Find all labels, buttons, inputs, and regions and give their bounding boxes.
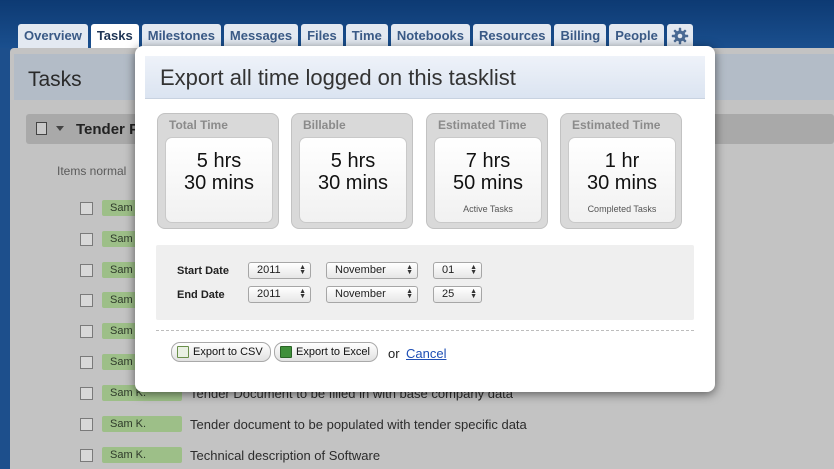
tab-resources[interactable]: Resources xyxy=(472,24,552,48)
task-checkbox[interactable] xyxy=(80,201,93,215)
stat-value: 5 hrs 30 mins xyxy=(317,150,389,194)
export-csv-label: Export to CSV xyxy=(193,346,263,358)
end-year-select[interactable]: 2011 ▲ ▼ xyxy=(248,286,311,303)
stat-value: 5 hrs 30 mins xyxy=(183,150,255,194)
dashed-divider xyxy=(156,330,694,331)
task-checkbox[interactable] xyxy=(80,263,93,277)
start-month-select[interactable]: November ▲ ▼ xyxy=(326,262,418,279)
tab-overview[interactable]: Overview xyxy=(18,24,88,48)
stat-billable: Billable 5 hrs 30 mins xyxy=(291,113,413,229)
end-date-label: End Date xyxy=(177,289,225,301)
task-checkbox[interactable] xyxy=(80,448,93,462)
start-year-value: 2011 xyxy=(257,264,281,276)
dialog-header: Export all time logged on this tasklist xyxy=(145,56,705,99)
clipboard-icon xyxy=(36,122,47,135)
export-excel-label: Export to Excel xyxy=(296,346,370,358)
caret-down-icon[interactable] xyxy=(56,126,64,131)
assignee-badge[interactable]: Sam K. xyxy=(102,416,182,432)
task-checkbox[interactable] xyxy=(80,293,93,307)
tab-billing[interactable]: Billing xyxy=(554,24,607,48)
tab-settings[interactable] xyxy=(666,24,693,48)
task-row: Sam K. Technical description of Software xyxy=(80,444,380,466)
end-day-value: 25 xyxy=(442,288,455,300)
select-arrows-icon: ▲ ▼ xyxy=(406,288,413,300)
task-checkbox[interactable] xyxy=(80,386,93,400)
end-month-select[interactable]: November ▲ ▼ xyxy=(326,286,418,303)
export-csv-button[interactable]: Export to CSV xyxy=(171,342,271,362)
tab-bar: Overview Tasks Milestones Messages Files… xyxy=(18,24,693,48)
stat-label: Estimated Time xyxy=(572,118,661,132)
task-text[interactable]: Tender document to be populated with ten… xyxy=(190,417,527,432)
stat-total-time: Total Time 5 hrs 30 mins xyxy=(157,113,279,229)
task-text[interactable]: Technical description of Software xyxy=(190,448,380,463)
assignee-badge[interactable]: Sam K. xyxy=(102,447,182,463)
start-month-value: November xyxy=(335,264,386,276)
stat-label: Billable xyxy=(303,118,346,132)
items-note: Items normal xyxy=(57,164,127,178)
tab-time[interactable]: Time xyxy=(345,24,388,48)
stat-box: 5 hrs 30 mins xyxy=(299,137,407,223)
stat-label: Estimated Time xyxy=(438,118,527,132)
start-day-value: 01 xyxy=(442,264,455,276)
export-time-dialog: Export all time logged on this tasklist … xyxy=(135,46,715,392)
tab-messages[interactable]: Messages xyxy=(223,24,299,48)
start-day-select[interactable]: 01 ▲ ▼ xyxy=(433,262,482,279)
task-checkbox[interactable] xyxy=(80,417,93,431)
dialog-title: Export all time logged on this tasklist xyxy=(160,65,516,90)
stat-label: Total Time xyxy=(169,118,228,132)
stat-estimated-active: Estimated Time 7 hrs 50 mins Active Task… xyxy=(426,113,548,229)
stat-box: 5 hrs 30 mins xyxy=(165,137,273,223)
select-arrows-icon: ▲ ▼ xyxy=(406,264,413,276)
date-range-panel: Start Date 2011 ▲ ▼ November ▲ ▼ 01 ▲ ▼ End… xyxy=(156,245,694,320)
export-excel-button[interactable]: Export to Excel xyxy=(274,342,378,362)
start-year-select[interactable]: 2011 ▲ ▼ xyxy=(248,262,311,279)
task-checkbox[interactable] xyxy=(80,355,93,369)
select-arrows-icon: ▲ ▼ xyxy=(470,288,477,300)
csv-file-icon xyxy=(177,346,189,358)
stat-box: 7 hrs 50 mins Active Tasks xyxy=(434,137,542,223)
excel-file-icon xyxy=(280,346,292,358)
end-day-select[interactable]: 25 ▲ ▼ xyxy=(433,286,482,303)
task-row: Sam K. Tender document to be populated w… xyxy=(80,413,527,435)
page-title: Tasks xyxy=(28,68,82,91)
top-nav: Overview Tasks Milestones Messages Files… xyxy=(0,0,834,48)
tab-people[interactable]: People xyxy=(609,24,664,48)
tab-tasks[interactable]: Tasks xyxy=(90,24,139,48)
stat-value: 7 hrs 50 mins xyxy=(452,150,524,194)
cancel-link[interactable]: Cancel xyxy=(406,346,446,361)
or-text: or xyxy=(388,346,400,361)
tab-files[interactable]: Files xyxy=(301,24,343,48)
stat-sub: Active Tasks xyxy=(463,204,513,214)
start-date-label: Start Date xyxy=(177,265,229,277)
tasklist-name[interactable]: Tender P xyxy=(76,121,139,138)
tab-notebooks[interactable]: Notebooks xyxy=(390,24,470,48)
stat-value: 1 hr 30 mins xyxy=(586,150,658,194)
select-arrows-icon: ▲ ▼ xyxy=(299,288,306,300)
select-arrows-icon: ▲ ▼ xyxy=(470,264,477,276)
gear-icon xyxy=(671,27,689,45)
stat-box: 1 hr 30 mins Completed Tasks xyxy=(568,137,676,223)
tab-milestones[interactable]: Milestones xyxy=(141,24,221,48)
select-arrows-icon: ▲ ▼ xyxy=(299,264,306,276)
end-year-value: 2011 xyxy=(257,288,281,300)
task-checkbox[interactable] xyxy=(80,232,93,246)
task-checkbox[interactable] xyxy=(80,324,93,338)
stat-sub: Completed Tasks xyxy=(587,204,657,214)
stat-estimated-completed: Estimated Time 1 hr 30 mins Completed Ta… xyxy=(560,113,682,229)
end-month-value: November xyxy=(335,288,386,300)
